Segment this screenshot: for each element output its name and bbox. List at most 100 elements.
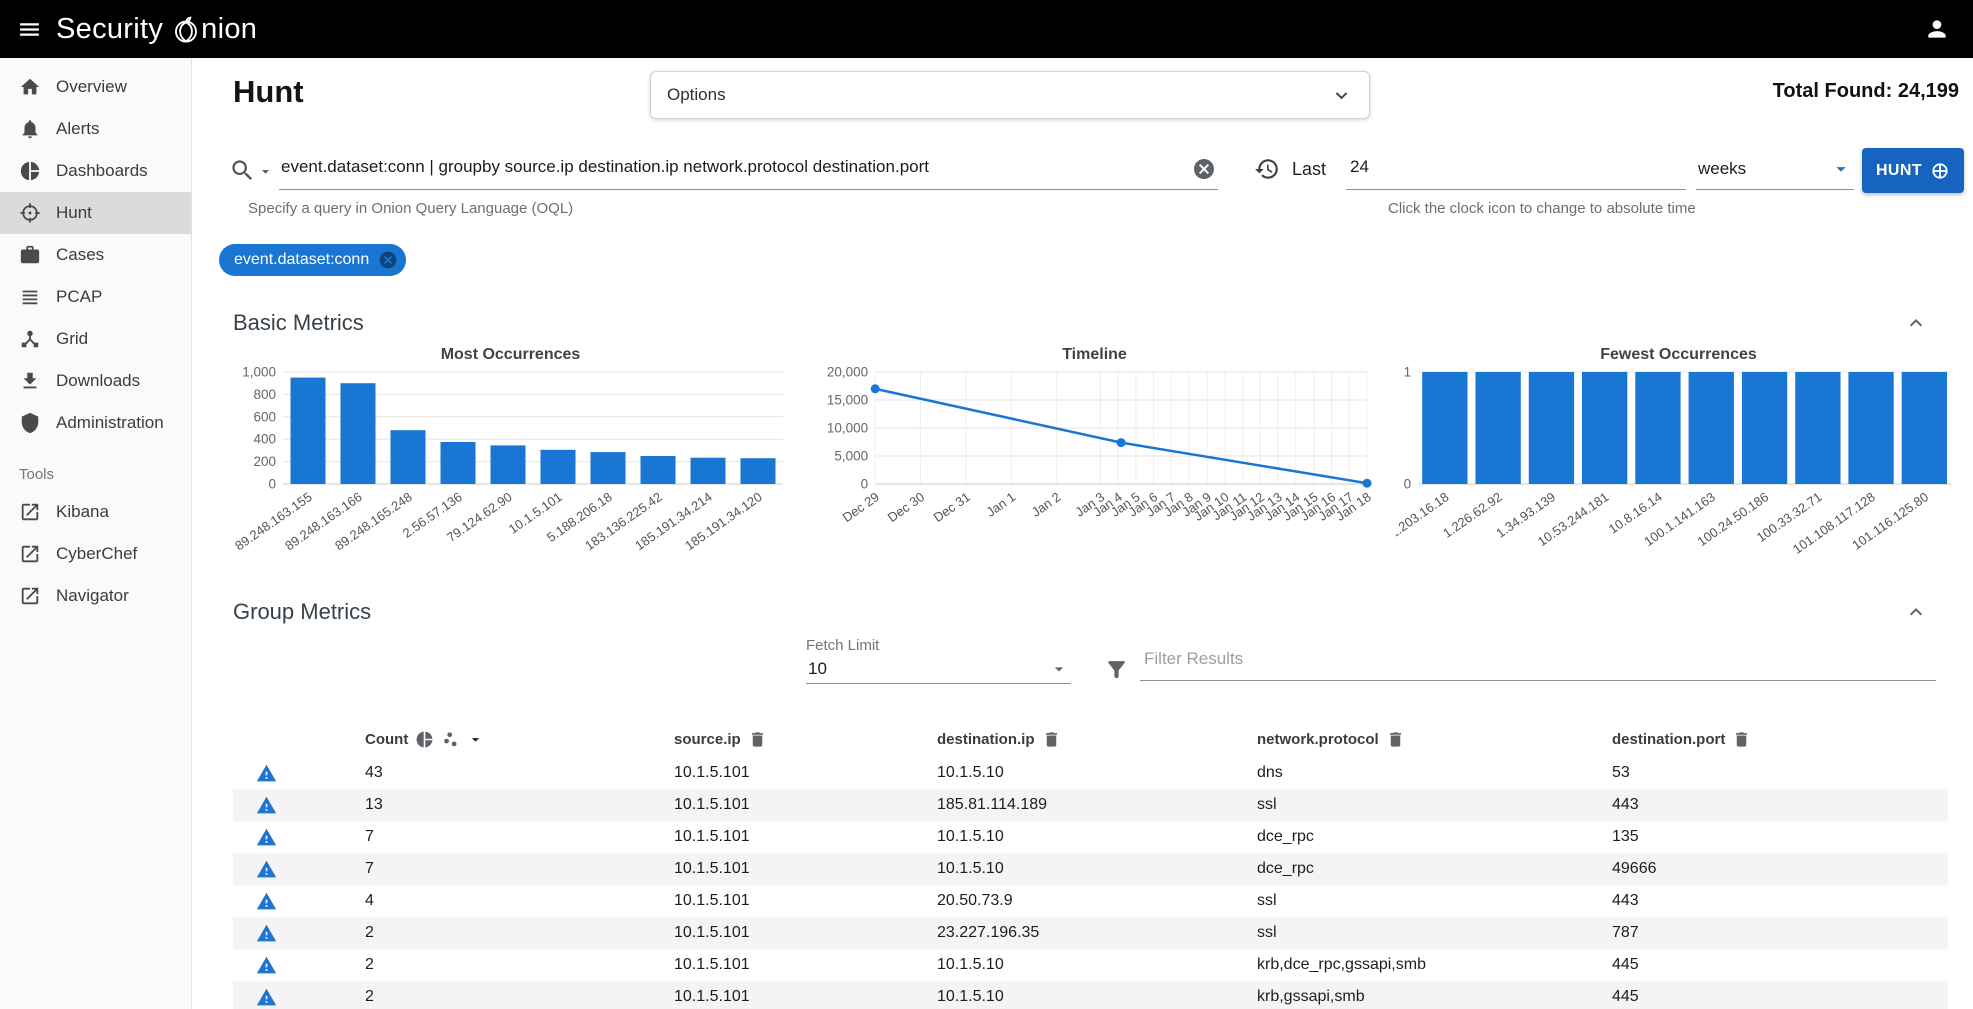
fetch-limit-select[interactable]: 10 xyxy=(806,654,1071,684)
table-cell: 7 xyxy=(365,860,674,878)
sidebar-tools-header: Tools xyxy=(0,444,191,491)
sidebar-tool-navigator[interactable]: Navigator xyxy=(0,575,191,617)
table-cell: 7 xyxy=(365,828,674,846)
svg-text:800: 800 xyxy=(253,387,276,402)
svg-text:Jan 1: Jan 1 xyxy=(983,489,1018,520)
warning-icon[interactable] xyxy=(256,859,277,880)
basic-metrics-collapse-button[interactable] xyxy=(1904,311,1928,335)
trash-icon[interactable] xyxy=(1386,730,1405,749)
svg-text:20,000: 20,000 xyxy=(827,366,868,380)
sidebar-item-administration[interactable]: Administration xyxy=(0,402,191,444)
trash-icon[interactable] xyxy=(748,730,767,749)
topbar: Security nion xyxy=(0,0,1973,58)
sidebar-item-label: Alerts xyxy=(56,119,99,139)
sidebar-item-alerts[interactable]: Alerts xyxy=(0,108,191,150)
table-cell: 135 xyxy=(1612,828,1948,846)
table-cell: 2 xyxy=(365,988,674,1006)
warning-icon[interactable] xyxy=(256,763,277,784)
brand-text-security: Security xyxy=(56,13,163,46)
group-metrics-collapse-button[interactable] xyxy=(1904,600,1928,624)
fewest-occurrences-chart[interactable]: 011.203.16.181.226.62.921.34.93.13910.53… xyxy=(1396,366,1961,566)
chart-title: Timeline xyxy=(812,346,1377,366)
warning-icon[interactable] xyxy=(256,827,277,848)
options-dropdown[interactable]: Options xyxy=(650,71,1370,119)
warning-icon[interactable] xyxy=(256,795,277,816)
sidebar-item-downloads[interactable]: Downloads xyxy=(0,360,191,402)
query-input-wrap xyxy=(279,152,1218,190)
query-history-caret-icon[interactable] xyxy=(257,163,274,180)
scatter-icon[interactable] xyxy=(441,730,460,749)
sidebar-item-overview[interactable]: Overview xyxy=(0,66,191,108)
bell-icon xyxy=(19,118,41,140)
svg-text:10,000: 10,000 xyxy=(827,421,868,436)
warning-icon[interactable] xyxy=(256,891,277,912)
caret-down-icon[interactable] xyxy=(467,731,484,748)
clock-history-icon[interactable] xyxy=(1254,156,1280,182)
duration-unit-value: weeks xyxy=(1698,159,1746,179)
time-hint: Click the clock icon to change to absolu… xyxy=(1388,200,1696,217)
row-alert-cell xyxy=(233,859,365,880)
chevron-up-icon xyxy=(1904,600,1928,624)
sidebar-item-label: Cases xyxy=(56,245,104,265)
table-cell: 10.1.5.10 xyxy=(937,860,1257,878)
external-link-icon xyxy=(19,585,41,607)
svg-text:600: 600 xyxy=(253,409,276,424)
home-icon xyxy=(19,76,41,98)
sidebar-item-cases[interactable]: Cases xyxy=(0,234,191,276)
sidebar-item-grid[interactable]: Grid xyxy=(0,318,191,360)
table-cell: 4 xyxy=(365,892,674,910)
table-row[interactable]: 710.1.5.10110.1.5.10dce_rpc135 xyxy=(233,821,1948,853)
sidebar-item-hunt[interactable]: Hunt xyxy=(0,192,191,234)
table-row[interactable]: 210.1.5.10123.227.196.35ssl787 xyxy=(233,917,1948,949)
external-link-icon xyxy=(19,543,41,565)
table-cell: krb,dce_rpc,gssapi,smb xyxy=(1257,956,1612,974)
table-row[interactable]: 710.1.5.10110.1.5.10dce_rpc49666 xyxy=(233,853,1948,885)
query-input[interactable] xyxy=(279,152,1218,190)
chip-close-icon[interactable] xyxy=(378,250,398,270)
table-row[interactable]: 410.1.5.10120.50.73.9ssl443 xyxy=(233,885,1948,917)
table-cell: 10.1.5.10 xyxy=(937,764,1257,782)
table-row[interactable]: 1310.1.5.101185.81.114.189ssl443 xyxy=(233,789,1948,821)
briefcase-icon xyxy=(19,244,41,266)
trash-icon[interactable] xyxy=(1042,730,1061,749)
sidebar-tool-cyberchef[interactable]: CyberChef xyxy=(0,533,191,575)
sidebar: Overview Alerts Dashboards Hunt Cases PCAPGri… xyxy=(0,58,192,1009)
sidebar-tool-kibana[interactable]: Kibana xyxy=(0,491,191,533)
column-label: destination.ip xyxy=(937,731,1035,748)
trash-icon[interactable] xyxy=(1732,730,1751,749)
table-cell: 23.227.196.35 xyxy=(937,924,1257,942)
filter-results-input[interactable] xyxy=(1140,645,1936,681)
sidebar-item-label: Hunt xyxy=(56,203,92,223)
sidebar-item-dashboards[interactable]: Dashboards xyxy=(0,150,191,192)
warning-icon[interactable] xyxy=(256,987,277,1008)
duration-input[interactable] xyxy=(1346,152,1686,190)
table-header-destination-ip: destination.ip xyxy=(937,730,1257,749)
duration-unit-select[interactable]: weeks xyxy=(1696,152,1854,190)
most-occurrences-chart[interactable]: 02004006008001,00089.248.163.15589.248.1… xyxy=(228,366,793,566)
table-row[interactable]: 4310.1.5.10110.1.5.10dns53 xyxy=(233,757,1948,789)
table-row[interactable]: 210.1.5.10110.1.5.10krb,gssapi,smb445 xyxy=(233,981,1948,1009)
table-cell: 13 xyxy=(365,796,674,814)
user-menu-button[interactable] xyxy=(1915,7,1959,51)
warning-icon[interactable] xyxy=(256,955,277,976)
pie-chart-icon[interactable] xyxy=(415,730,434,749)
filter-chip[interactable]: event.dataset:conn xyxy=(219,244,406,276)
timeline-chart[interactable]: 05,00010,00015,00020,000Dec 29Dec 30Dec … xyxy=(812,366,1377,566)
svg-text:0: 0 xyxy=(1404,477,1412,492)
table-cell: 53 xyxy=(1612,764,1948,782)
table-cell: 10.1.5.101 xyxy=(674,764,937,782)
hunt-button[interactable]: HUNT xyxy=(1862,148,1964,193)
app-logo: Security nion xyxy=(56,13,257,46)
clear-query-icon[interactable] xyxy=(1192,157,1216,181)
menu-button[interactable] xyxy=(6,6,52,52)
table-cell: 185.81.114.189 xyxy=(937,796,1257,814)
sidebar-item-pcap[interactable]: PCAP xyxy=(0,276,191,318)
search-icon[interactable] xyxy=(229,157,256,184)
person-icon xyxy=(1924,16,1950,42)
svg-text:1.226.62.92: 1.226.62.92 xyxy=(1440,489,1505,541)
brand-text-nion: nion xyxy=(201,13,257,46)
warning-icon[interactable] xyxy=(256,923,277,944)
sidebar-item-label: Kibana xyxy=(56,502,109,522)
column-label: network.protocol xyxy=(1257,731,1379,748)
table-row[interactable]: 210.1.5.10110.1.5.10krb,dce_rpc,gssapi,s… xyxy=(233,949,1948,981)
